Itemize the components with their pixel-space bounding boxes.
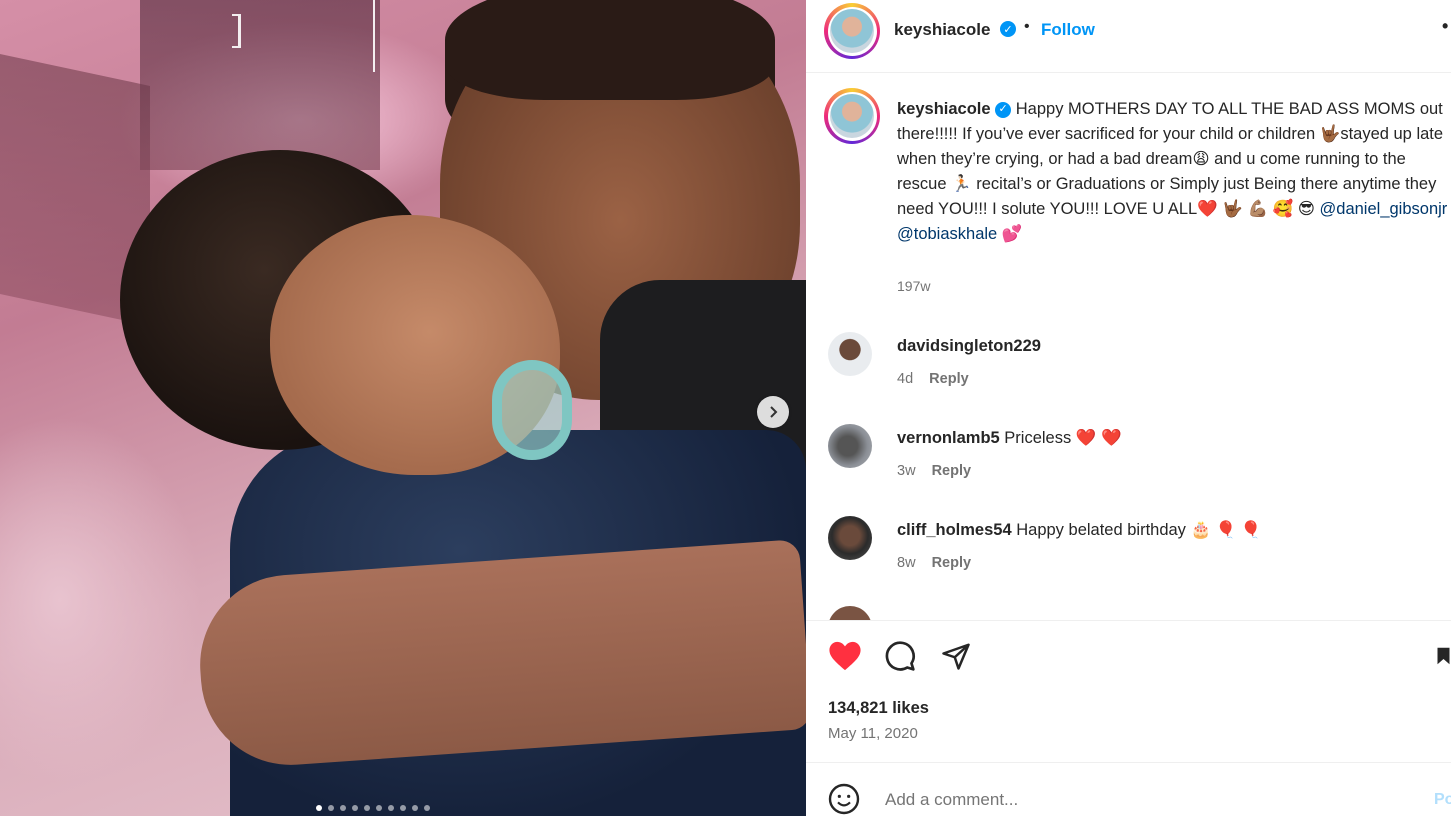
carousel-dot [364, 805, 370, 811]
comment-age[interactable]: 4d [897, 371, 913, 387]
caption-emoji-5: 💕 [1001, 225, 1023, 243]
background-doorframe [140, 0, 380, 170]
verified-badge-icon: ✓ [1000, 21, 1016, 37]
avatar[interactable] [824, 3, 880, 59]
carousel-dot [376, 805, 382, 811]
comment-avatar[interactable] [828, 516, 872, 560]
comment-meta: 3w Reply [897, 463, 971, 479]
carousel-dot [424, 805, 430, 811]
header-separator: • [1024, 18, 1030, 35]
caption-text: keyshiacole ✓ Happy MOTHERS DAY TO ALL T… [897, 97, 1451, 247]
comment-username[interactable]: vernonlamb5 [897, 429, 1000, 447]
chevron-right-icon [767, 402, 779, 423]
reply-button[interactable]: Reply [932, 555, 972, 571]
comment-text: Happy belated birthday 🎂 🎈 🎈 [1016, 521, 1262, 539]
photo-pacifier [492, 360, 572, 460]
carousel-dot [340, 805, 346, 811]
comment-username[interactable]: davidsingleton229 [897, 337, 1041, 355]
carousel-indicator [316, 805, 430, 811]
post-side-panel: keyshiacole ✓ • Follow • keyshiacole ✓ H… [806, 0, 1451, 816]
comment-meta: 8w Reply [897, 555, 971, 571]
caption-emoji-1: 🤟🏾 [1319, 125, 1341, 143]
caption-emoji-4: ❤️ 🤟🏾 💪🏽 🥰 😎 [1197, 200, 1315, 218]
background-light-streak [373, 0, 375, 72]
follow-button[interactable]: Follow [1041, 20, 1095, 40]
carousel-dot [412, 805, 418, 811]
comment-avatar[interactable] [828, 424, 872, 468]
carousel-dot [316, 805, 322, 811]
carousel-dot [388, 805, 394, 811]
caption-mention-1[interactable]: @daniel_gibsonjr [1320, 200, 1448, 218]
post-header: keyshiacole ✓ • Follow • [806, 0, 1451, 73]
heart-icon[interactable] [828, 639, 862, 673]
caption-emoji-2: 😩 [1192, 150, 1210, 168]
bookmark-icon[interactable] [1436, 639, 1451, 673]
comment-meta: 4d Reply [897, 371, 969, 387]
post-date: May 11, 2020 [828, 725, 918, 742]
comment-body: cliff_holmes54 Happy belated birthday 🎂 … [897, 521, 1261, 540]
author-username[interactable]: keyshiacole [894, 20, 990, 40]
reply-button[interactable]: Reply [932, 463, 972, 479]
likes-count[interactable]: 134,821 likes [828, 699, 929, 718]
add-comment-bar: Post [806, 762, 1451, 817]
photo-boy-hair-top [445, 0, 775, 100]
caption-mention-2[interactable]: @tobiaskhale [897, 225, 997, 243]
comment-input[interactable] [883, 789, 1367, 811]
caption-emoji-3: 🏃🏻 [951, 175, 972, 193]
share-icon[interactable] [939, 639, 973, 673]
comment-body: davidsingleton229 [897, 337, 1041, 356]
comment-avatar-partial [828, 606, 872, 620]
post-media [0, 0, 806, 816]
avatar-image [830, 94, 874, 138]
verified-badge-icon: ✓ [995, 101, 1012, 118]
post-actions: 134,821 likes May 11, 2020 [806, 620, 1451, 763]
comment-text: Priceless ❤️ ❤️ [1004, 429, 1122, 447]
comment-icon[interactable] [883, 639, 917, 673]
carousel-dot [328, 805, 334, 811]
comment-body: vernonlamb5 Priceless ❤️ ❤️ [897, 429, 1122, 448]
caption-avatar[interactable] [824, 88, 880, 144]
comment-age[interactable]: 3w [897, 463, 916, 479]
background-light-bracket [232, 14, 241, 48]
post-comment-button[interactable]: Post [1434, 791, 1451, 809]
carousel-next-button[interactable] [757, 396, 789, 428]
reply-button[interactable]: Reply [929, 371, 969, 387]
ellipsis-icon[interactable]: • [1442, 16, 1448, 37]
carousel-dot [352, 805, 358, 811]
smiley-icon[interactable] [828, 783, 860, 815]
carousel-dot [400, 805, 406, 811]
comment-age[interactable]: 8w [897, 555, 916, 571]
comment-avatar[interactable] [828, 332, 872, 376]
comment-username[interactable]: cliff_holmes54 [897, 521, 1012, 539]
caption-username[interactable]: keyshiacole [897, 100, 991, 118]
caption-age[interactable]: 197w [897, 278, 930, 294]
avatar-image [830, 9, 874, 53]
